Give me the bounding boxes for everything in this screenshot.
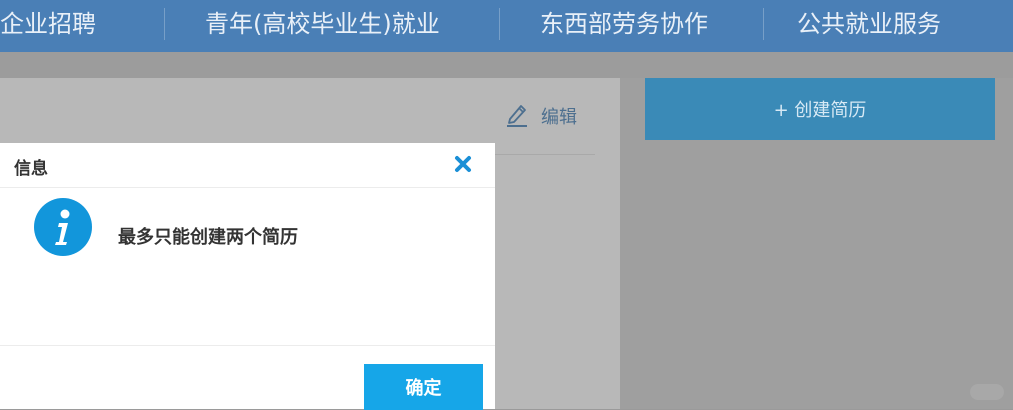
edit-label: 编辑 xyxy=(541,107,577,128)
nav-separator xyxy=(164,8,165,40)
nav-item-labor-cooperation[interactable]: 东西部劳务协作 xyxy=(540,0,708,52)
info-icon xyxy=(34,198,92,256)
info-dialog: 信息 最多只能创建两个简历 确定 xyxy=(0,143,495,410)
dialog-message: 最多只能创建两个简历 xyxy=(118,227,298,248)
edit-link[interactable]: 编辑 xyxy=(505,101,577,131)
nav-item-public-employment-service[interactable]: 公共就业服务 xyxy=(797,0,941,52)
dialog-title: 信息 xyxy=(14,159,48,179)
dialog-header: 信息 xyxy=(0,143,495,188)
nav-item-enterprise-recruitment[interactable]: 企业招聘 xyxy=(0,0,96,52)
dialog-footer: 确定 xyxy=(0,345,495,410)
dialog-body: 最多只能创建两个简历 xyxy=(0,188,495,344)
confirm-button[interactable]: 确定 xyxy=(364,364,483,410)
create-resume-button[interactable]: + 创建简历 xyxy=(645,78,995,140)
nav-separator xyxy=(763,8,764,40)
close-icon[interactable] xyxy=(452,153,474,175)
pencil-icon xyxy=(505,101,529,132)
nav-item-youth-employment[interactable]: 青年(高校毕业生)就业 xyxy=(205,0,440,52)
nav-separator xyxy=(499,8,500,40)
watermark-badge xyxy=(970,384,1004,400)
top-navigation: 企业招聘 青年(高校毕业生)就业 东西部劳务协作 公共就业服务 xyxy=(0,0,1013,52)
